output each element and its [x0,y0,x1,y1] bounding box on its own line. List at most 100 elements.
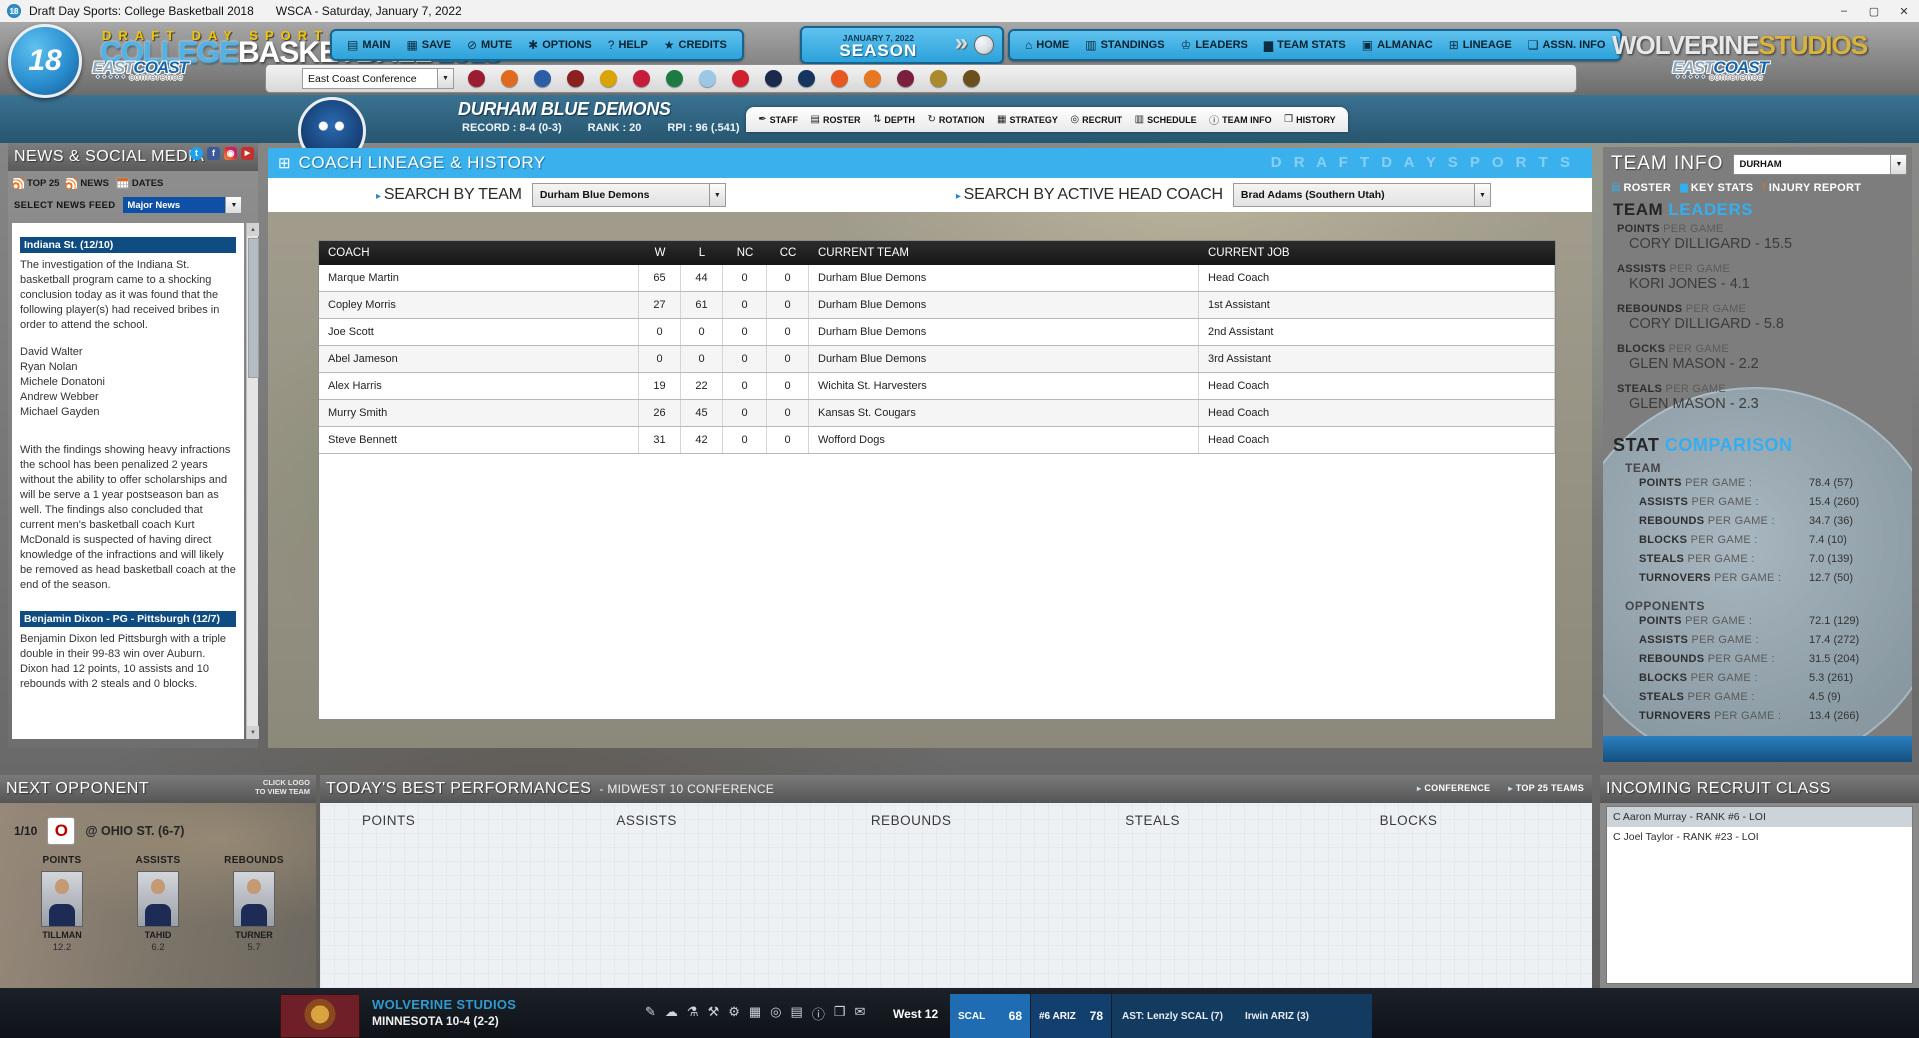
opponent-team-logo[interactable]: O [47,817,75,845]
table-row[interactable]: Copley Morris 27 61 0 0 Durham Blue Demo… [319,292,1555,319]
almanac-button[interactable]: ▣ ALMANAC [1355,33,1440,57]
edit-icon[interactable]: ✎ [645,1004,656,1023]
recruit-row[interactable]: C Aaron Murray - RANK #6 - LOI [1607,807,1912,827]
team-logo[interactable] [831,70,848,87]
search-team-dropdown[interactable]: Durham Blue Demons ▼ [532,183,726,207]
cloud-icon[interactable]: ☁ [665,1004,678,1023]
table-row[interactable]: Alex Harris 19 22 0 0 Wichita St. Harves… [319,373,1555,400]
news-item-title[interactable]: Benjamin Dixon - PG - Pittsburgh (12/7) [20,611,236,627]
team-logo[interactable] [534,70,551,87]
grid-icon[interactable]: ▦ [749,1004,761,1023]
season-advance-widget[interactable]: JANUARY 7, 2022 SEASON » [800,26,1004,64]
chevron-down-icon[interactable]: ▼ [1890,155,1906,174]
tab-recruit[interactable]: ◎ RECRUIT [1070,114,1122,125]
team-logo[interactable] [930,70,947,87]
maximize-button[interactable]: ▢ [1859,0,1889,22]
news-scrollbar[interactable]: ▲ ▼ [246,223,258,739]
tab-staff[interactable]: ✒ STAFF [758,114,798,125]
team-logo[interactable] [798,70,815,87]
options-button[interactable]: ✱ OPTIONS [521,33,599,57]
news-feed-dropdown[interactable]: Major News ▼ [123,197,241,213]
table-row[interactable]: Abel Jameson 0 0 0 0 Durham Blue Demons … [319,346,1555,373]
tab-depth[interactable]: ⇅ DEPTH [873,114,915,125]
roster-link[interactable]: ▤ ROSTER [1611,182,1671,194]
chevron-down-icon[interactable]: ▼ [437,69,453,88]
team-logo[interactable] [600,70,617,87]
mute-button[interactable]: ⊘ MUTE [460,33,519,57]
top-25-teams-link[interactable]: ▸ TOP 25 TEAMS [1508,783,1584,793]
tools-icon[interactable]: ⚒ [708,1004,720,1023]
news-tab-dates[interactable]: DATES [116,177,164,189]
mail-icon[interactable]: ✉ [854,1004,865,1023]
recruit-row[interactable]: C Joel Taylor - RANK #23 - LOI [1607,827,1912,847]
search-coach-dropdown[interactable]: Brad Adams (Southern Utah) ▼ [1233,183,1491,207]
advance-chevrons-icon[interactable]: » [955,33,968,53]
minimize-button[interactable]: – [1829,0,1859,22]
team-stats-button[interactable]: ▆ TEAM STATS [1257,33,1353,57]
flask-icon[interactable]: ⚗ [687,1004,699,1023]
lineage-button[interactable]: ⊞ LINEAGE [1442,33,1519,57]
youtube-icon[interactable]: ▶ [241,147,254,160]
scroll-down-icon[interactable]: ▼ [247,726,259,739]
chevron-down-icon[interactable]: ▼ [709,184,725,206]
team-logo[interactable] [864,70,881,87]
twitter-icon[interactable]: t [190,147,203,160]
home-button[interactable]: ⌂ HOME [1018,33,1076,57]
team-logo[interactable] [468,70,485,87]
team-logo[interactable] [699,70,716,87]
binoculars-icon[interactable]: ◎ [770,1004,781,1023]
player-photo[interactable] [233,871,275,927]
team-logo[interactable] [666,70,683,87]
key-stats-link[interactable]: ▆ KEY STATS [1680,182,1753,194]
table-row[interactable]: Joe Scott 0 0 0 0 Durham Blue Demons 2nd… [319,319,1555,346]
tab-team-info[interactable]: ⓘ TEAM INFO [1209,112,1272,127]
footer-studio-link[interactable]: WOLVERINE STUDIOS [372,997,516,1012]
tab-strategy[interactable]: ▦ STRATEGY [997,114,1058,125]
calendar-icon[interactable]: ▤ [791,1004,803,1023]
team-select-dropdown[interactable]: DURHAM ▼ [1733,154,1907,175]
leaders-button[interactable]: ♔ LEADERS [1174,33,1255,57]
team-logo[interactable] [567,70,584,87]
main-button[interactable]: ▤ MAIN [340,33,397,57]
assn-info-button[interactable]: ❑ ASSN. INFO [1521,33,1613,57]
gear-icon[interactable]: ⚙ [728,1004,740,1023]
chevron-down-icon[interactable]: ▼ [1474,184,1490,206]
team-logo[interactable] [633,70,650,87]
score-box[interactable]: SCAL 68 [950,994,1030,1038]
standings-button[interactable]: ▥ STANDINGS [1078,33,1171,57]
help-button[interactable]: ? HELP [601,33,655,57]
team-logo[interactable] [765,70,782,87]
tab-history[interactable]: ❒ HISTORY [1284,114,1335,125]
news-tab-top25[interactable]: TOP 25 [13,178,59,189]
team-logo[interactable] [897,70,914,87]
credits-button[interactable]: ★ CREDITS [657,33,734,57]
book-icon[interactable]: ❒ [834,1004,846,1023]
info-icon[interactable]: ⓘ [812,1004,825,1023]
close-button[interactable]: ✕ [1889,0,1919,22]
player-photo[interactable] [41,871,83,927]
conference-link[interactable]: ▸ CONFERENCE [1417,783,1490,793]
injury-report-link[interactable]: ! INJURY REPORT [1762,182,1861,194]
mascot-logo[interactable] [280,994,360,1038]
save-button[interactable]: ▦ SAVE [399,33,457,57]
facebook-icon[interactable]: f [207,147,220,160]
score-box[interactable]: #6 ARIZ 78 [1031,994,1111,1038]
tab-rotation[interactable]: ↻ ROTATION [927,114,984,125]
table-row[interactable]: Steve Bennett 31 42 0 0 Wofford Dogs Hea… [319,427,1555,454]
team-logo[interactable] [963,70,980,87]
tab-schedule[interactable]: ▥ SCHEDULE [1135,114,1197,125]
instagram-icon[interactable]: ◉ [224,147,237,160]
news-tab-news[interactable]: NEWS [66,178,109,189]
basketball-icon[interactable] [974,35,994,55]
scroll-up-icon[interactable]: ▲ [247,223,259,236]
table-row[interactable]: Murry Smith 26 45 0 0 Kansas St. Cougars… [319,400,1555,427]
scrollbar-thumb[interactable] [248,238,259,378]
team-logo[interactable] [501,70,518,87]
table-row[interactable]: Marque Martin 65 44 0 0 Durham Blue Demo… [319,265,1555,292]
conference-dropdown[interactable]: East Coast Conference ▼ [302,68,454,89]
chevron-down-icon[interactable]: ▼ [225,197,241,213]
news-item-title[interactable]: Indiana St. (12/10) [20,237,236,253]
tab-roster[interactable]: ▤ ROSTER [811,114,861,125]
player-photo[interactable] [137,871,179,927]
team-logo[interactable] [732,70,749,87]
